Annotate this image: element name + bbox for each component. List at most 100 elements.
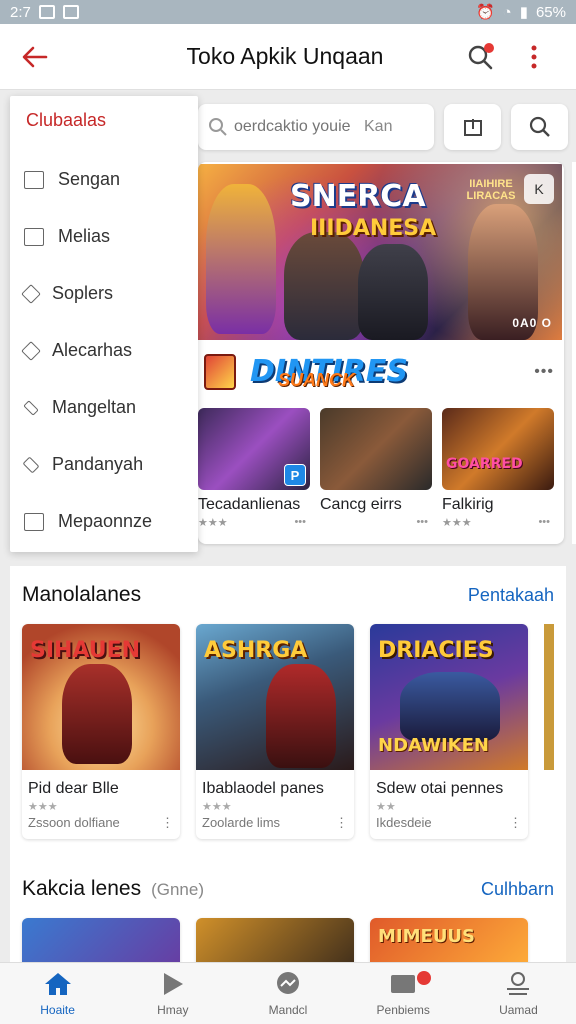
menu-item-pandanyah[interactable]: Pandanyah (10, 436, 198, 493)
notification-dot (484, 42, 494, 53)
nav-inbox[interactable]: Penbiems (346, 963, 461, 1024)
game-art-title: DRIACIES (378, 638, 494, 663)
play-badge-icon: P (284, 464, 306, 486)
mini-app-art (320, 408, 432, 490)
game-card[interactable]: MIMEUUS (370, 918, 528, 962)
menu-item-alecarhas[interactable]: Alecarhas (10, 322, 198, 379)
game-art-subtitle: NDAWIKEN (378, 735, 489, 756)
menu-item-label: Sengan (58, 169, 121, 189)
game-card[interactable] (22, 918, 180, 962)
section-title: Kakcia lenes (22, 877, 142, 900)
back-button[interactable] (0, 24, 70, 90)
nav-profile[interactable]: Uamad (461, 963, 576, 1024)
nav-label: Hmay (157, 1002, 189, 1017)
featured-app-logo (204, 354, 236, 390)
nav-play[interactable]: Hmay (115, 963, 230, 1024)
more-horiz-icon[interactable]: ••• (538, 516, 550, 529)
star-rating-icon: ★★★ (442, 517, 472, 529)
more-vert-icon[interactable]: ⋮ (335, 815, 348, 831)
home-icon (44, 972, 71, 995)
more-vert-icon[interactable]: ⋮ (509, 815, 522, 831)
star-rating-icon: ★★★ (202, 801, 232, 813)
next-card-peek (572, 162, 576, 544)
game-art-title: SIHAUEN (30, 638, 141, 663)
more-vert-icon[interactable]: ⋮ (161, 815, 174, 831)
pin-icon (22, 456, 40, 473)
wifi-icon: ◔ (502, 3, 512, 21)
play-icon (163, 972, 183, 995)
menu-item-label: Mangeltan (52, 397, 137, 417)
game-art (22, 918, 180, 962)
mini-app-card[interactable]: P Tecadanlienas ★★★ ••• (198, 408, 310, 538)
section-see-more-link[interactable]: Culhbarn (481, 879, 554, 900)
alarm-icon: ⏰ (475, 4, 495, 21)
square-icon (24, 227, 44, 246)
profile-icon (507, 971, 530, 995)
bottom-navigation: Hoaite Hmay Mandcl Penbiems Uamad (0, 962, 576, 1024)
knight-figure (266, 664, 336, 768)
k-icon: K (534, 181, 544, 197)
menu-item-label: Melias (58, 226, 111, 246)
game-art: DRIACIES NDAWIKEN (370, 624, 528, 770)
banner-tag: IIAIHIRE LIRACAS (466, 178, 516, 202)
mini-app-card[interactable]: Cancg eirrs ••• (320, 408, 432, 538)
share-box-icon (463, 119, 482, 136)
more-vert-icon (531, 45, 537, 68)
game-art: ASHRGA (196, 624, 354, 770)
game-section: Manolalanes Pentakaah SIHAUEN Pid dear B… (10, 566, 566, 862)
inbox-icon (391, 974, 416, 993)
status-time: 2:7 (10, 3, 31, 21)
more-horiz-icon[interactable]: ••• (294, 516, 306, 529)
featured-app-name-sub: SUANCK (278, 370, 356, 390)
mini-app-card[interactable]: GOARRED Falkirig ★★★ ••• (442, 408, 554, 538)
notification-dot (417, 971, 432, 985)
menu-item-label: Mepaonnze (58, 511, 153, 531)
menu-item-mangeltan[interactable]: Mangeltan (10, 379, 198, 436)
chat-icon (277, 971, 299, 994)
search-button[interactable] (460, 37, 500, 77)
featured-banner[interactable]: SNERCA IIIDANESA IIAIHIRE LIRACAS K 0A0 … (198, 164, 562, 340)
menu-item-melias[interactable]: Melias (10, 208, 198, 265)
more-horiz-icon[interactable]: ••• (416, 516, 428, 528)
game-meta: Ikdesdeie (376, 815, 432, 830)
game-name: Pid dear Blle (28, 780, 119, 797)
featured-card[interactable]: SNERCA IIIDANESA IIAIHIRE LIRACAS K 0A0 … (198, 162, 564, 544)
share-button[interactable] (444, 104, 502, 150)
search-icon (209, 118, 227, 136)
search-hint: Kan (364, 118, 393, 135)
game-meta: Zssoon dolfiane (28, 815, 120, 830)
square-icon (24, 512, 44, 531)
banner-expand-button[interactable]: K (524, 174, 554, 204)
arrow-left-icon (22, 46, 48, 67)
warrior-figure (62, 664, 132, 764)
section-see-more-link[interactable]: Pentakaah (468, 585, 554, 606)
search-submit-button[interactable] (511, 104, 569, 150)
menu-item-sengan[interactable]: Sengan (10, 151, 198, 208)
squad-figure (400, 672, 500, 742)
game-card[interactable]: ASHRGA Ibablaodel panes ★★★ Zoolarde lim… (196, 624, 354, 839)
featured-app-row[interactable]: DINTIRES SUANCK ••• (198, 340, 562, 404)
overflow-menu-button[interactable] (514, 37, 554, 77)
hero-figure (206, 184, 276, 334)
mini-app-art: GOARRED (442, 408, 554, 490)
nav-label: Uamad (499, 1002, 538, 1017)
search-field[interactable]: Kan (198, 104, 435, 150)
star-rating-icon: ★★ (376, 801, 396, 813)
section-title: Manolalanes (22, 583, 142, 606)
game-card[interactable] (196, 918, 354, 962)
nav-label: Mandcl (268, 1002, 308, 1017)
nav-home[interactable]: Hoaite (0, 963, 115, 1024)
signal-icon: ▮ (519, 4, 528, 21)
nav-chat[interactable]: Mandcl (230, 963, 345, 1024)
menu-item-mepaonnze[interactable]: Mepaonnze (10, 493, 198, 550)
banner-subtitle: IIIDANESA (310, 216, 437, 241)
mini-app-name: Cancg eirrs (320, 496, 402, 513)
soldier-figure (284, 232, 364, 340)
more-horiz-icon[interactable]: ••• (534, 363, 554, 381)
search-input[interactable] (234, 118, 358, 136)
menu-item-soplers[interactable]: Soplers (10, 265, 198, 322)
status-bar: 2:7 ⏰ ◔ ▮ 65% (0, 0, 576, 24)
game-art: SIHAUEN (22, 624, 180, 770)
game-card[interactable]: DRIACIES NDAWIKEN Sdew otai pennes ★★ Ik… (370, 624, 528, 839)
game-card[interactable]: SIHAUEN Pid dear Blle ★★★ Zssoon dolfian… (22, 624, 180, 839)
